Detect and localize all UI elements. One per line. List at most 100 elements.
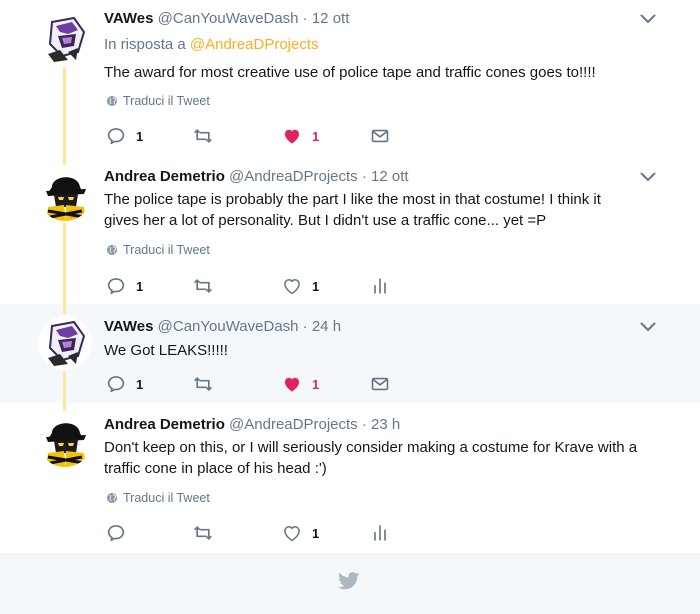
- reply-count: 1: [136, 278, 144, 294]
- translate-label: Traduci il Tweet: [123, 491, 210, 505]
- tweet-actions: 1 1: [106, 126, 666, 146]
- chevron-down-icon[interactable]: [640, 322, 656, 332]
- tweet-header: Andrea Demetrio @AndreaDProjects · 12 ot…: [104, 168, 409, 185]
- reply-to-link[interactable]: @AndreaDProjects: [190, 36, 319, 53]
- timestamp[interactable]: 23 h: [371, 416, 400, 433]
- thread-line: [63, 223, 66, 304]
- heart-icon: [282, 523, 302, 543]
- thread-line: [63, 155, 66, 165]
- reply-prefix: In risposta a: [104, 36, 186, 53]
- heart-icon: [282, 126, 302, 146]
- chevron-down-icon[interactable]: [640, 172, 656, 182]
- chevron-down-icon[interactable]: [640, 14, 656, 24]
- like-button[interactable]: 1: [282, 276, 319, 296]
- tweet-text-line: traffic cone in place of his head :'): [104, 460, 327, 477]
- tweet-actions: 1: [106, 523, 666, 543]
- username[interactable]: @AndreaDProjects: [229, 168, 358, 185]
- retweet-button[interactable]: [192, 374, 214, 394]
- avatar[interactable]: [38, 167, 92, 221]
- analytics-icon: [370, 523, 390, 543]
- envelope-icon: [370, 374, 390, 394]
- display-name[interactable]: Andrea Demetrio: [104, 416, 225, 433]
- reply-button[interactable]: 1: [106, 276, 143, 296]
- separator-dot: ·: [361, 168, 367, 185]
- like-count: 1: [312, 525, 320, 541]
- tweet-text: We Got LEAKS!!!!!: [104, 342, 228, 359]
- thread-line: [63, 403, 66, 411]
- heart-icon: [282, 374, 302, 394]
- globe-icon: [106, 244, 118, 256]
- retweet-icon: [192, 374, 214, 394]
- thread-line: [63, 372, 66, 403]
- translate-label: Traduci il Tweet: [123, 243, 210, 257]
- timestamp[interactable]: 24 h: [312, 318, 341, 335]
- globe-icon: [106, 95, 118, 107]
- envelope-icon: [370, 126, 390, 146]
- analytics-button[interactable]: [370, 523, 390, 543]
- thread-line: [63, 68, 66, 155]
- reply-button[interactable]: 1: [106, 374, 143, 394]
- thread-line: [63, 304, 66, 314]
- reply-button[interactable]: 1: [106, 126, 143, 146]
- reply-icon: [106, 126, 126, 146]
- display-name[interactable]: VAWes: [104, 10, 153, 27]
- username[interactable]: @AndreaDProjects: [229, 416, 358, 433]
- direct-message-button[interactable]: [370, 126, 390, 146]
- retweet-button[interactable]: [192, 126, 214, 146]
- avatar[interactable]: [38, 316, 92, 370]
- separator-dot: ·: [302, 10, 308, 27]
- tweet-2[interactable]: Andrea Demetrio @AndreaDProjects · 12 ot…: [0, 155, 700, 304]
- timestamp[interactable]: 12 ott: [371, 168, 409, 185]
- analytics-icon: [370, 276, 390, 296]
- tweet-4[interactable]: Andrea Demetrio @AndreaDProjects · 23 h …: [0, 403, 700, 553]
- tweet-1[interactable]: VAWes @CanYouWaveDash · 12 ott In rispos…: [0, 0, 700, 155]
- retweet-icon: [192, 126, 214, 146]
- like-button[interactable]: 1: [282, 523, 319, 543]
- reply-icon: [106, 276, 126, 296]
- retweet-button[interactable]: [192, 276, 214, 296]
- reply-count: 1: [136, 376, 144, 392]
- tweet-text: The award for most creative use of polic…: [104, 64, 596, 81]
- reply-icon: [106, 374, 126, 394]
- avatar[interactable]: [38, 12, 92, 66]
- tweet-header: VAWes @CanYouWaveDash · 12 ott: [104, 10, 349, 27]
- timestamp[interactable]: 12 ott: [312, 10, 350, 27]
- tweet-text-line: The police tape is probably the part I l…: [104, 191, 601, 208]
- separator-dot: ·: [361, 416, 367, 433]
- like-button[interactable]: 1: [282, 126, 319, 146]
- username[interactable]: @CanYouWaveDash: [158, 10, 299, 27]
- tweet-text-line: gives her a lot of personality. But I di…: [104, 212, 547, 229]
- direct-message-button[interactable]: [370, 374, 390, 394]
- display-name[interactable]: VAWes: [104, 318, 153, 335]
- reply-context: In risposta a @AndreaDProjects: [104, 36, 319, 53]
- translate-label: Traduci il Tweet: [123, 94, 210, 108]
- analytics-button[interactable]: [370, 276, 390, 296]
- tweet-header: Andrea Demetrio @AndreaDProjects · 23 h: [104, 416, 400, 433]
- username[interactable]: @CanYouWaveDash: [158, 318, 299, 335]
- display-name[interactable]: Andrea Demetrio: [104, 168, 225, 185]
- tweet-text-line: Don't keep on this, or I will seriously …: [104, 439, 638, 456]
- retweet-icon: [192, 523, 214, 543]
- twitter-bird-icon: [338, 572, 360, 590]
- like-count: 1: [312, 278, 320, 294]
- tweet-actions: 1 1: [106, 374, 666, 394]
- tweet-text: The police tape is probably the part I l…: [104, 189, 664, 231]
- tweet-3[interactable]: VAWes @CanYouWaveDash · 24 h We Got LEAK…: [0, 304, 700, 403]
- like-count: 1: [312, 128, 320, 144]
- timeline-footer: [0, 553, 700, 614]
- separator-dot: ·: [302, 318, 308, 335]
- like-button[interactable]: 1: [282, 374, 319, 394]
- avatar[interactable]: [38, 413, 92, 467]
- retweet-button[interactable]: [192, 523, 214, 543]
- like-count: 1: [312, 376, 320, 392]
- translate-link[interactable]: Traduci il Tweet: [106, 243, 210, 257]
- tweet-text: Don't keep on this, or I will seriously …: [104, 437, 664, 479]
- conversation-timeline: VAWes @CanYouWaveDash · 12 ott In rispos…: [0, 0, 700, 614]
- translate-link[interactable]: Traduci il Tweet: [106, 491, 210, 505]
- globe-icon: [106, 492, 118, 504]
- reply-count: 1: [136, 128, 144, 144]
- tweet-actions: 1 1: [106, 276, 666, 296]
- translate-link[interactable]: Traduci il Tweet: [106, 94, 210, 108]
- reply-icon: [106, 523, 126, 543]
- reply-button[interactable]: [106, 523, 126, 543]
